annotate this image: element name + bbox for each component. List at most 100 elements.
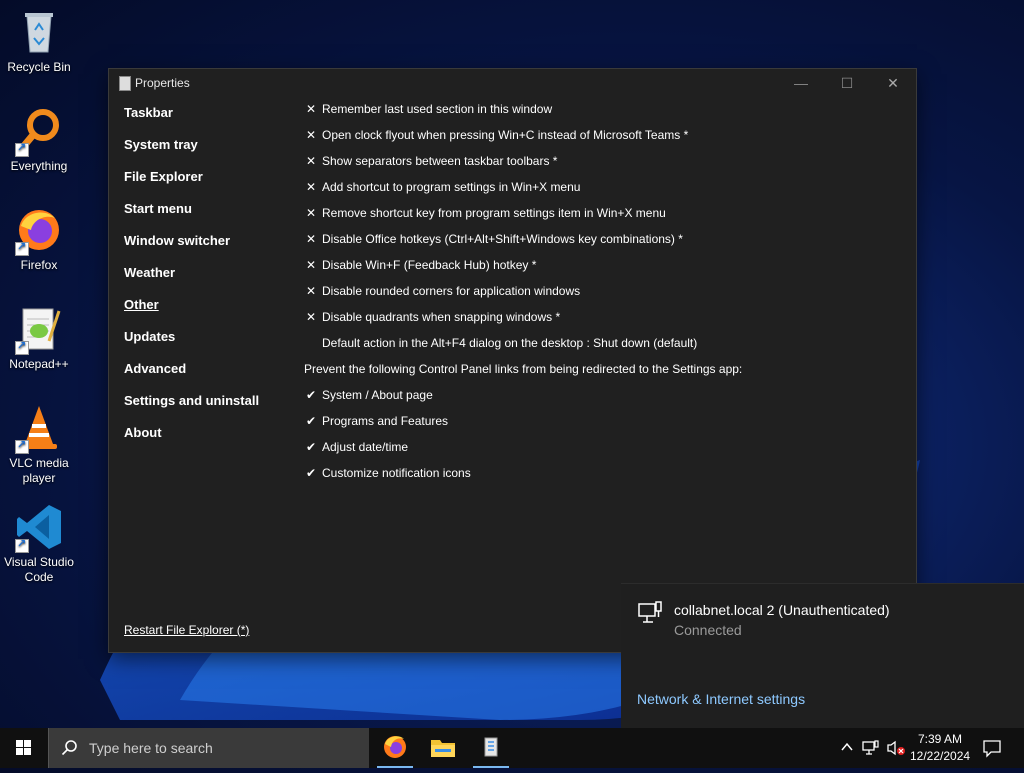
desktop-icon-notepad-plus-plus[interactable]: Notepad++ (0, 305, 78, 372)
desktop-icon-vscode[interactable]: Visual Studio Code (0, 503, 78, 585)
maximize-button[interactable]: ☐ (824, 69, 870, 97)
desktop-icon-label: Notepad++ (9, 357, 69, 371)
file-explorer-icon (431, 740, 455, 757)
option-label: Add shortcut to program settings in Win+… (322, 180, 581, 194)
close-button[interactable]: ✕ (870, 69, 916, 97)
desktop-icon-label: Firefox (20, 258, 58, 272)
taskbar-app-file-explorer[interactable] (421, 728, 465, 768)
network-tray-icon[interactable] (862, 739, 880, 757)
clock-time: 7:39 AM (917, 732, 963, 746)
option-alt-f4-default-action[interactable]: Default action in the Alt+F4 dialog on t… (304, 335, 904, 361)
desktop-icon-label: Everything (10, 159, 68, 173)
wired-network-icon (637, 600, 663, 626)
taskbar-clock[interactable]: 7:39 AM 12/22/2024 (910, 731, 970, 765)
option-remove-winx-shortcut-key[interactable]: ✕ Remove shortcut key from program settin… (304, 205, 904, 231)
nav-item-window-switcher[interactable]: Window switcher (124, 233, 294, 265)
option-customize-notification-icons[interactable]: ✔ Customize notification icons (304, 465, 904, 491)
checkmark-icon: ✔ (305, 388, 317, 402)
volume-muted-icon[interactable] (886, 739, 906, 757)
network-settings-link[interactable]: Network & Internet settings (637, 691, 805, 707)
recycle-bin-icon (15, 8, 63, 56)
option-toolbar-separators[interactable]: ✕ Show separators between taskbar toolbar… (304, 153, 904, 179)
start-button[interactable] (0, 728, 48, 768)
shortcut-arrow-icon (15, 537, 29, 553)
title-bar[interactable]: Properties — ☐ ✕ (109, 69, 916, 97)
desktop-icon-recycle-bin[interactable]: Recycle Bin (0, 8, 78, 75)
desktop-icon-label: Recycle Bin (7, 60, 71, 74)
nav-item-advanced[interactable]: Advanced (124, 361, 294, 393)
nav-item-updates[interactable]: Updates (124, 329, 294, 361)
nav-item-other[interactable]: Other (124, 297, 294, 329)
notepad-plus-plus-icon (15, 305, 63, 355)
search-placeholder: Type here to search (89, 740, 213, 756)
option-winx-shortcut[interactable]: ✕ Add shortcut to program settings in Win… (304, 179, 904, 205)
option-label: Programs and Features (322, 414, 449, 428)
option-label: Customize notification icons (322, 466, 471, 480)
unchecked-x-icon: ✕ (305, 180, 317, 194)
firefox-icon (15, 206, 63, 256)
taskbar-app-firefox[interactable] (373, 728, 417, 768)
option-remember-last-section[interactable]: ✕ Remember last used section in this wind… (304, 101, 904, 127)
option-adjust-date-time[interactable]: ✔ Adjust date/time (304, 439, 904, 465)
taskbar: Type here to search 7:39 AM 12/22/2024 (0, 728, 1024, 768)
nav-item-taskbar[interactable]: Taskbar (124, 105, 294, 137)
unchecked-x-icon: ✕ (305, 206, 317, 220)
option-disable-win-f[interactable]: ✕ Disable Win+F (Feedback Hub) hotkey * (304, 257, 904, 283)
unchecked-x-icon: ✕ (305, 284, 317, 298)
shortcut-arrow-icon (15, 240, 29, 256)
shortcut-arrow-icon (15, 339, 29, 355)
option-label: Remove shortcut key from program setting… (322, 206, 666, 220)
nav-item-file-explorer[interactable]: File Explorer (124, 169, 294, 201)
chevron-up-icon[interactable] (840, 740, 854, 754)
desktop-icon-vlc[interactable]: VLC media player (0, 404, 78, 486)
vscode-icon (15, 503, 63, 553)
restart-file-explorer-link[interactable]: Restart File Explorer (*) (124, 623, 249, 637)
search-icon (61, 740, 77, 756)
clock-date: 12/22/2024 (910, 749, 971, 763)
option-clock-flyout-win-c[interactable]: ✕ Open clock flyout when pressing Win+C i… (304, 127, 904, 153)
option-label: System / About page (322, 388, 433, 402)
option-disable-snap-quadrants[interactable]: ✕ Disable quadrants when snapping windows… (304, 309, 904, 335)
unchecked-x-icon: ✕ (305, 258, 317, 272)
minimize-button[interactable]: — (778, 69, 824, 97)
desktop-icon-everything[interactable]: Everything (0, 107, 78, 174)
option-disable-rounded-corners[interactable]: ✕ Disable rounded corners for application… (304, 283, 904, 309)
firefox-icon (384, 736, 406, 758)
checkmark-icon: ✔ (305, 466, 317, 480)
network-name[interactable]: collabnet.local 2 (Unauthenticated) (674, 602, 890, 618)
option-label: Show separators between taskbar toolbars… (322, 154, 558, 168)
option-disable-office-hotkeys[interactable]: ✕ Disable Office hotkeys (Ctrl+Alt+Shift+… (304, 231, 904, 257)
nav-item-about[interactable]: About (124, 425, 294, 457)
unchecked-x-icon: ✕ (305, 232, 317, 246)
desktop-icon-label: VLC media player (9, 456, 69, 485)
properties-app-icon (119, 76, 131, 91)
unchecked-x-icon: ✕ (305, 310, 317, 324)
nav-item-settings-and-uninstall[interactable]: Settings and uninstall (124, 393, 294, 425)
option-label: Default action in the Alt+F4 dialog on t… (322, 336, 698, 350)
taskbar-search-box[interactable]: Type here to search (48, 728, 369, 768)
checkmark-icon: ✔ (305, 440, 317, 454)
option-label: Disable rounded corners for application … (322, 284, 581, 298)
windows-logo-icon (16, 740, 31, 755)
options-list: ✕ Remember last used section in this wind… (304, 101, 904, 491)
nav-item-weather[interactable]: Weather (124, 265, 294, 297)
option-label: Open clock flyout when pressing Win+C in… (322, 128, 689, 142)
section-nav: Taskbar System tray File Explorer Start … (124, 105, 294, 457)
option-label: Remember last used section in this windo… (322, 102, 553, 116)
nav-item-start-menu[interactable]: Start menu (124, 201, 294, 233)
unchecked-x-icon: ✕ (305, 128, 317, 142)
vlc-icon (15, 404, 63, 454)
unchecked-x-icon: ✕ (305, 102, 317, 116)
network-status: Connected (674, 622, 742, 638)
properties-app-icon (484, 737, 498, 757)
desktop-icon-label: Visual Studio Code (4, 555, 74, 584)
option-system-about-page[interactable]: ✔ System / About page (304, 387, 904, 413)
unchecked-x-icon: ✕ (305, 154, 317, 168)
taskbar-app-properties[interactable] (469, 728, 513, 768)
option-label: Disable quadrants when snapping windows … (322, 310, 561, 324)
option-label: Adjust date/time (322, 440, 409, 454)
nav-item-system-tray[interactable]: System tray (124, 137, 294, 169)
notification-center-icon[interactable] (982, 738, 1002, 758)
option-programs-and-features[interactable]: ✔ Programs and Features (304, 413, 904, 439)
desktop-icon-firefox[interactable]: Firefox (0, 206, 78, 273)
